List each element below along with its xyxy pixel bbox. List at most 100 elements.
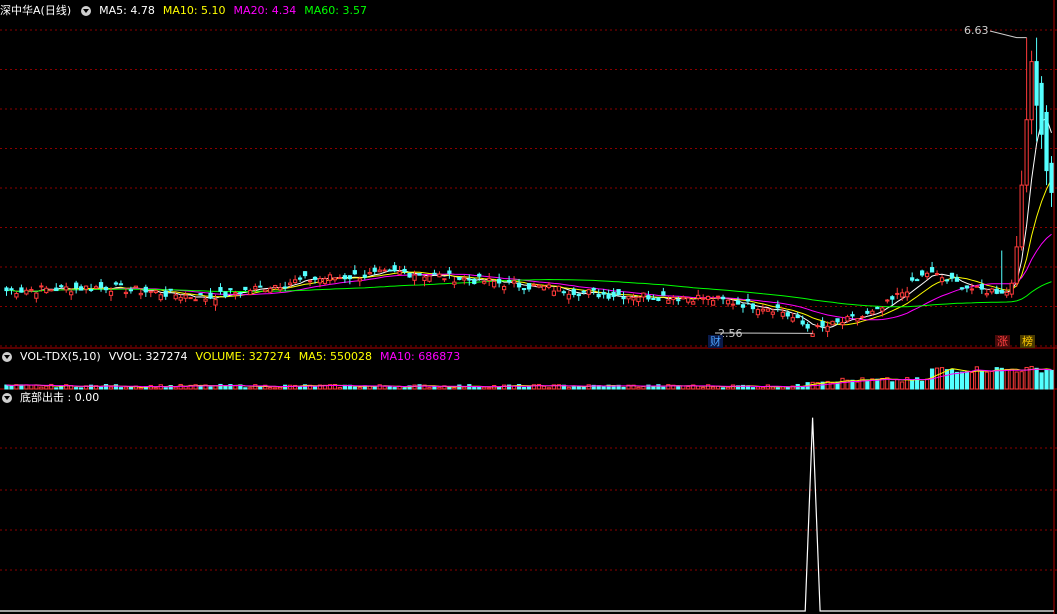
volume-bar <box>273 387 278 390</box>
volume-bar <box>800 386 805 390</box>
volume-bar <box>656 384 661 390</box>
volume-bar <box>297 386 303 390</box>
candle-body <box>342 275 347 280</box>
volume-bar <box>939 367 945 390</box>
volume-bar <box>208 386 213 390</box>
volume-bar <box>636 386 641 390</box>
candle-body <box>616 289 621 296</box>
candle-body <box>561 291 566 294</box>
candle-body <box>312 276 318 280</box>
price-panel-title: 深中华A(日线) <box>0 4 72 17</box>
candle-body <box>153 290 158 294</box>
candle-body <box>725 299 731 305</box>
candle-body <box>44 287 49 294</box>
candle-body <box>148 290 153 293</box>
candle-body <box>715 295 721 298</box>
volume-menu-icon[interactable] <box>2 352 12 362</box>
candle-body <box>845 316 850 322</box>
candle-body <box>238 292 243 295</box>
candle-body <box>158 294 163 301</box>
candle-body <box>253 285 258 290</box>
candle-body <box>1024 119 1029 186</box>
volume-bar <box>312 386 318 390</box>
candle-body <box>427 275 432 282</box>
vol-ma10-label: MA10: 686873 <box>380 350 461 363</box>
volume-bar <box>581 386 586 390</box>
candle-body <box>506 280 512 283</box>
volume-bar <box>258 386 263 390</box>
signal-menu-icon[interactable] <box>2 393 12 403</box>
financial-badge[interactable]: 财 <box>708 335 723 348</box>
candle-body <box>735 300 741 305</box>
candle-body <box>163 290 168 297</box>
candle-body <box>711 300 716 306</box>
candle-body <box>586 289 591 295</box>
candle-body <box>283 286 288 289</box>
candle-body <box>487 277 492 281</box>
candle-body <box>34 292 39 299</box>
volume-bar <box>34 384 39 390</box>
volume-bar <box>1039 372 1044 390</box>
candle-body <box>442 278 447 281</box>
candle-body <box>661 291 666 296</box>
volume-bar <box>138 387 143 390</box>
volume-bar <box>103 384 109 390</box>
candle-body <box>974 285 979 288</box>
candle-body <box>118 283 124 286</box>
stock-chart-canvas[interactable] <box>0 0 1057 614</box>
candle-body <box>511 280 517 284</box>
volume-bar <box>775 387 780 390</box>
volume-bar <box>79 387 84 390</box>
volume-bar <box>890 381 895 390</box>
candle-body <box>576 293 581 297</box>
candle-body <box>730 303 736 306</box>
candle-body <box>631 297 636 301</box>
volume-bar <box>785 386 790 390</box>
candle-body <box>477 273 482 277</box>
candle-body <box>1029 61 1034 121</box>
candle-body <box>910 277 915 281</box>
candle-body <box>337 277 343 280</box>
candle-body <box>954 277 960 282</box>
candle-body <box>666 299 671 304</box>
volume-bar <box>163 387 168 390</box>
volume-bar <box>949 368 955 390</box>
volume-bar <box>959 371 965 390</box>
candle-body <box>900 292 905 298</box>
candle-body <box>407 272 412 278</box>
candle-body <box>701 297 706 300</box>
candle-body <box>83 285 89 290</box>
ranking-badge[interactable]: 榜 <box>1020 335 1035 348</box>
candle-body <box>397 270 402 275</box>
volume-bar <box>288 384 293 390</box>
volume-bar <box>74 387 79 390</box>
volume-bar <box>920 380 925 390</box>
volume-bar <box>641 386 646 390</box>
volume-bar <box>910 380 915 390</box>
candle-body <box>223 291 228 297</box>
candle-body <box>830 320 835 326</box>
ma10-label: MA10: 5.10 <box>162 4 226 17</box>
volume-bar <box>352 386 357 390</box>
volume-bar <box>437 386 442 390</box>
candle-body <box>641 292 646 298</box>
limit-up-badge[interactable]: 涨 <box>995 335 1010 348</box>
candle-body <box>14 292 19 298</box>
volume-bar <box>521 386 527 390</box>
volume-bar <box>382 385 387 390</box>
candle-body <box>651 297 656 300</box>
candle-body <box>1014 246 1019 284</box>
volume-bar <box>44 385 49 390</box>
candle-body <box>288 282 293 286</box>
candle-body <box>273 284 278 288</box>
volume-bar <box>770 386 775 390</box>
candle-body <box>347 275 352 280</box>
indicator-menu-icon[interactable] <box>81 6 92 16</box>
volume-bar <box>447 386 452 390</box>
candle-body <box>39 285 44 288</box>
volume-bar <box>427 387 432 390</box>
volume-panel-header: VOL-TDX(5,10) VVOL: 327274 VOLUME: 32727… <box>0 349 460 365</box>
candle-body <box>502 286 507 291</box>
candle-body <box>332 277 338 281</box>
candle-body <box>462 277 467 281</box>
